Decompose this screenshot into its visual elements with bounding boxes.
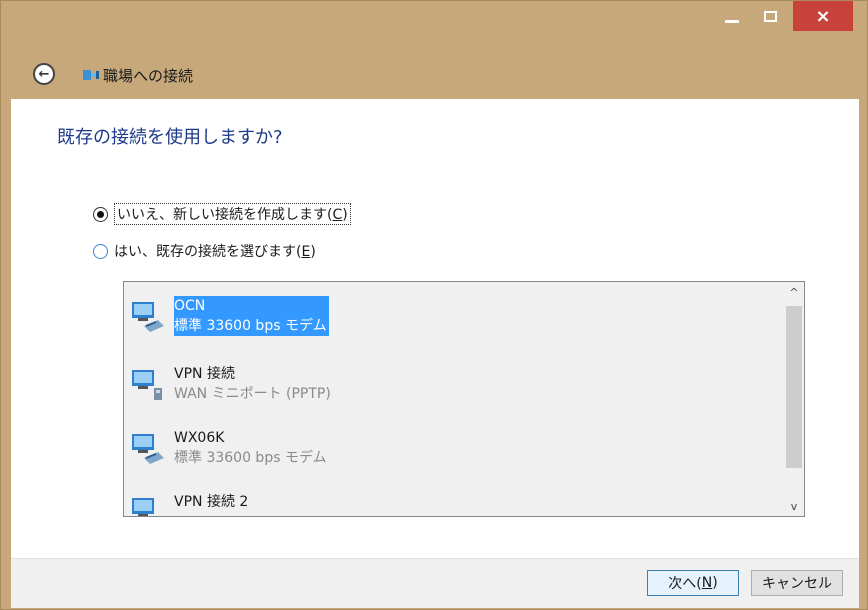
list-item[interactable]: WX06K 標準 33600 bps モデム — [130, 428, 770, 478]
back-arrow-icon: ← — [38, 66, 50, 82]
option-use-existing[interactable]: はい、既存の接続を選びます(E) — [93, 241, 316, 261]
connection-list[interactable]: OCN 標準 33600 bps モデム VPN 接続 WAN ミニポート (P… — [123, 281, 805, 517]
connection-device: 標準 33600 bps モデム — [174, 318, 327, 334]
radio-create-new[interactable] — [93, 206, 108, 222]
wizard-content: 既存の接続を使用しますか? いいえ、新しい接続を作成します(C) はい、既存の接… — [11, 99, 859, 558]
close-icon: × — [815, 5, 831, 27]
cancel-button[interactable]: キャンセル — [751, 570, 843, 596]
chevron-down-icon: v — [790, 499, 798, 513]
dialog-window: × ← 職場への接続 既存の接続を使用しますか? いいえ、新しい接続を作成します… — [0, 0, 868, 610]
connection-name: VPN 接続 — [174, 366, 235, 382]
title-bar[interactable]: × — [1, 1, 867, 53]
connection-name: VPN 接続 2 — [174, 494, 249, 510]
next-button[interactable]: 次へ(N) — [647, 570, 739, 596]
connection-name: OCN — [174, 298, 206, 314]
scroll-thumb[interactable] — [786, 306, 802, 468]
option-use-existing-label: はい、既存の接続を選びます(E) — [114, 244, 316, 260]
vpn-connection-icon — [132, 498, 154, 516]
button-bar: 次へ(N) キャンセル — [11, 558, 859, 608]
list-scrollbar[interactable]: ^ v — [784, 282, 804, 516]
option-create-new-label: いいえ、新しい接続を作成します(C) — [114, 203, 351, 225]
scroll-down-button[interactable]: v — [784, 496, 804, 516]
wizard-title: 職場への接続 — [103, 67, 194, 85]
connection-name: WX06K — [174, 430, 225, 446]
minimize-button[interactable] — [717, 1, 747, 31]
list-item[interactable]: OCN 標準 33600 bps モデム — [130, 296, 770, 346]
list-item[interactable]: VPN 接続 WAN ミニポート (PPTP) — [130, 364, 770, 414]
maximize-icon — [763, 10, 777, 22]
connection-text: WX06K 標準 33600 bps モデム — [174, 428, 327, 468]
modem-connection-icon — [132, 302, 164, 332]
scroll-up-button[interactable]: ^ — [784, 282, 804, 302]
back-button[interactable]: ← — [33, 63, 55, 85]
list-item[interactable]: VPN 接続 2 — [130, 492, 770, 516]
chevron-up-icon: ^ — [789, 285, 799, 299]
connection-text: OCN 標準 33600 bps モデム — [174, 296, 329, 336]
connection-device: WAN ミニポート (PPTP) — [174, 386, 331, 402]
maximize-button[interactable] — [755, 1, 785, 31]
minimize-icon — [725, 19, 739, 23]
option-create-new[interactable]: いいえ、新しい接続を作成します(C) — [93, 203, 351, 225]
modem-connection-icon — [132, 434, 164, 464]
page-heading: 既存の接続を使用しますか? — [57, 127, 283, 148]
close-button[interactable]: × — [793, 1, 853, 31]
workplace-connection-icon — [83, 70, 99, 80]
radio-use-existing[interactable] — [93, 243, 108, 259]
connection-device: 標準 33600 bps モデム — [174, 450, 327, 466]
navigation-bar: ← 職場への接続 — [1, 53, 867, 99]
connection-text: VPN 接続 2 — [174, 492, 248, 512]
vpn-connection-icon — [132, 370, 162, 400]
connection-text: VPN 接続 WAN ミニポート (PPTP) — [174, 364, 331, 404]
